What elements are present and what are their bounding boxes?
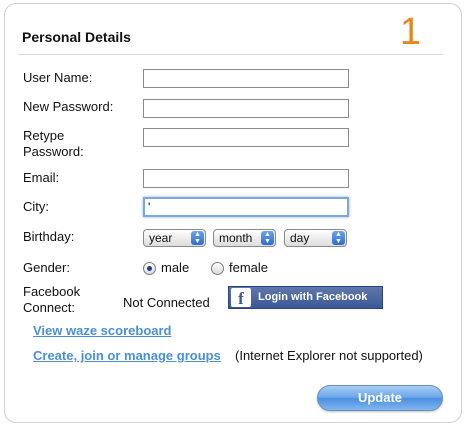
new-password-label: New Password: [23, 99, 114, 114]
view-scoreboard-link[interactable]: View waze scoreboard [33, 323, 172, 338]
facebook-connect-label-line1: Facebook [23, 284, 81, 299]
retype-password-label-line2: Password: [23, 144, 84, 159]
personal-details-panel: Personal Details 1 User Name: New Passwo… [4, 3, 462, 423]
new-password-input[interactable] [143, 99, 349, 118]
birthday-year-value: year [149, 231, 173, 245]
chevron-updown-icon: ▲ ▼ [261, 231, 274, 245]
birthday-year-select[interactable]: year ▲ ▼ [143, 229, 206, 247]
retype-password-label: Retype Password: [23, 128, 84, 160]
birthday-month-select[interactable]: month ▲ ▼ [213, 229, 276, 247]
username-input[interactable] [143, 69, 349, 88]
birthday-label: Birthday: [23, 229, 75, 244]
chevron-updown-icon: ▲ ▼ [332, 231, 345, 245]
email-input[interactable] [143, 169, 349, 188]
gender-female-radio[interactable] [211, 262, 224, 275]
birthday-month-value: month [219, 231, 253, 245]
gender-label: Gender: [23, 260, 70, 275]
update-button[interactable]: Update [317, 385, 443, 411]
city-label: City: [23, 199, 49, 214]
chevron-updown-icon: ▲ ▼ [191, 231, 204, 245]
facebook-connect-label-line2: Connect: [23, 300, 76, 315]
title-divider [18, 54, 443, 55]
retype-password-input[interactable] [143, 128, 349, 147]
login-with-facebook-button[interactable]: f Login with Facebook [228, 286, 383, 309]
facebook-connect-label: Facebook Connect: [23, 284, 80, 316]
city-input[interactable] [143, 197, 349, 217]
email-label: Email: [23, 170, 60, 185]
birthday-day-select[interactable]: day ▲ ▼ [284, 229, 347, 247]
facebook-icon: f [231, 288, 251, 308]
groups-browser-note: (Internet Explorer not supported) [235, 348, 423, 363]
section-title: Personal Details [22, 29, 131, 45]
facebook-status: Not Connected [123, 295, 210, 310]
username-label: User Name: [23, 70, 93, 85]
gender-male-radio[interactable] [143, 262, 156, 275]
gender-female-label[interactable]: female [229, 260, 268, 276]
manage-groups-link[interactable]: Create, join or manage groups [33, 348, 221, 363]
retype-password-label-line1: Retype [23, 128, 65, 143]
step-number: 1 [399, 11, 421, 53]
gender-male-label[interactable]: male [161, 260, 189, 276]
birthday-day-value: day [290, 231, 310, 245]
login-with-facebook-label: Login with Facebook [258, 291, 368, 303]
